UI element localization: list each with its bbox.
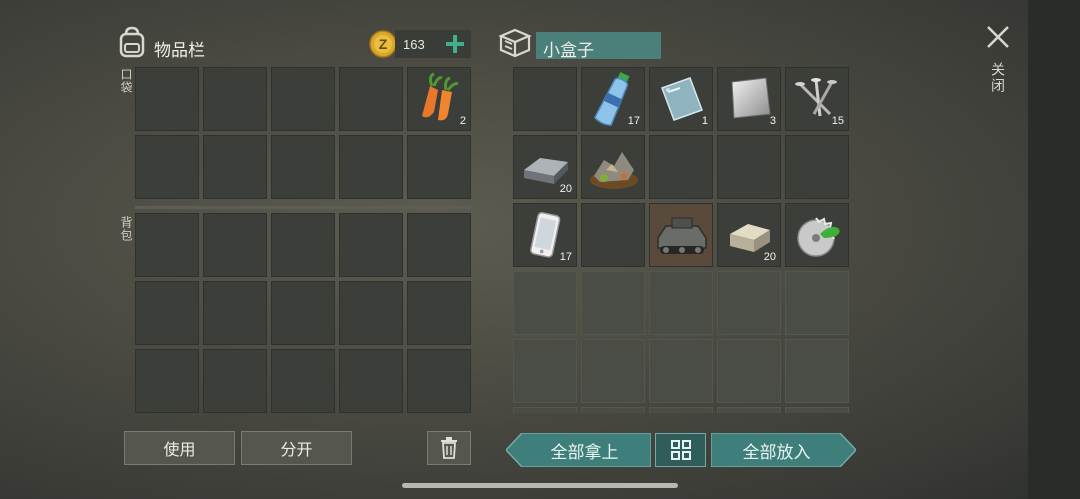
- backpack-label: 背包: [119, 216, 133, 242]
- container-slot[interactable]: [717, 339, 781, 403]
- container-slot[interactable]: [581, 203, 645, 267]
- home-indicator[interactable]: [402, 483, 678, 488]
- container-slot[interactable]: [785, 135, 849, 199]
- backpack-slot[interactable]: [135, 213, 199, 277]
- backpack-slot[interactable]: [203, 349, 267, 413]
- container-slot-vehicle[interactable]: [649, 203, 713, 267]
- container-slot[interactable]: [649, 407, 713, 413]
- use-button[interactable]: 使用: [124, 431, 235, 465]
- put-all-label: 全部放入: [742, 442, 811, 462]
- armored-vehicle-icon: [657, 217, 707, 254]
- backpack-slot[interactable]: [407, 281, 471, 345]
- trash-icon: [441, 437, 457, 459]
- discard-button[interactable]: [427, 431, 471, 465]
- backpack-slot[interactable]: [407, 349, 471, 413]
- backpack-slot[interactable]: [135, 349, 199, 413]
- inventory-title: 物品栏: [154, 41, 205, 60]
- close-label[interactable]: 关闭: [988, 62, 1008, 94]
- container-slot[interactable]: [581, 339, 645, 403]
- nails-quantity: 15: [831, 115, 844, 127]
- section-divider: [135, 206, 471, 209]
- backpack-slot[interactable]: [135, 281, 199, 345]
- pocket-slot[interactable]: [407, 135, 471, 199]
- container-slot-metal-sheet[interactable]: 3: [717, 67, 781, 131]
- container-slot[interactable]: [785, 339, 849, 403]
- take-all-label: 全部拿上: [550, 442, 619, 462]
- pocket-slot[interactable]: [203, 135, 267, 199]
- add-coins-button[interactable]: [444, 31, 466, 57]
- container-slot[interactable]: [649, 339, 713, 403]
- backpack-slot[interactable]: [339, 349, 403, 413]
- container-slot[interactable]: [513, 407, 577, 413]
- carrot-quantity: 2: [459, 115, 466, 127]
- container-slot[interactable]: [513, 67, 577, 131]
- backpack-slot[interactable]: [271, 281, 335, 345]
- pocket-slot[interactable]: [203, 67, 267, 131]
- scrap-pile-icon: [590, 152, 638, 189]
- backpack-slot[interactable]: [203, 281, 267, 345]
- container-slot[interactable]: [649, 135, 713, 199]
- phone-quantity: 17: [559, 251, 572, 263]
- pocket-slot[interactable]: [339, 135, 403, 199]
- container-slot[interactable]: [785, 407, 849, 413]
- container-slot[interactable]: [717, 407, 781, 413]
- glass-quantity: 1: [701, 115, 708, 127]
- backpack-slot[interactable]: [271, 213, 335, 277]
- stone-quantity: 20: [763, 251, 776, 263]
- metal-sheet-quantity: 3: [769, 115, 776, 127]
- right-edge-strip: [1028, 0, 1080, 499]
- backpack-icon: [117, 26, 147, 58]
- ingot-quantity: 20: [559, 183, 572, 195]
- container-slot-scrap[interactable]: [581, 135, 645, 199]
- coin-icon: Z: [369, 30, 397, 58]
- container-slot[interactable]: [513, 271, 577, 335]
- container-slot-glass[interactable]: 1: [649, 67, 713, 131]
- pocket-slot-carrot[interactable]: 2: [407, 67, 471, 131]
- container-slot-phone[interactable]: 17: [513, 203, 577, 267]
- container-slot[interactable]: [649, 271, 713, 335]
- backpack-slot[interactable]: [203, 213, 267, 277]
- backpack-grid: [135, 213, 471, 413]
- bottle-quantity: 17: [627, 115, 640, 127]
- container-slot[interactable]: [581, 407, 645, 413]
- sort-button[interactable]: [655, 433, 706, 467]
- close-icon[interactable]: [985, 24, 1011, 50]
- container-slot-ingot[interactable]: 20: [513, 135, 577, 199]
- container-slot[interactable]: [785, 271, 849, 335]
- split-button[interactable]: 分开: [241, 431, 352, 465]
- pocket-slot[interactable]: [135, 67, 199, 131]
- pocket-label: 口袋: [119, 68, 133, 94]
- backpack-slot[interactable]: [339, 281, 403, 345]
- container-slot-saw[interactable]: [785, 203, 849, 267]
- svg-text:Z: Z: [379, 36, 388, 52]
- container-grid: 17 1 3 15 20 17 20: [513, 67, 849, 413]
- container-slot[interactable]: [717, 135, 781, 199]
- container-title: 小盒子: [543, 41, 594, 60]
- container-slot[interactable]: [513, 339, 577, 403]
- container-slot-stone[interactable]: 20: [717, 203, 781, 267]
- container-slot[interactable]: [717, 271, 781, 335]
- coin-count: 163: [403, 37, 425, 52]
- pocket-slot[interactable]: [135, 135, 199, 199]
- backpack-slot[interactable]: [339, 213, 403, 277]
- container-slot-bottle[interactable]: 17: [581, 67, 645, 131]
- backpack-slot[interactable]: [407, 213, 471, 277]
- grid-sort-icon: [670, 440, 691, 460]
- container-slot[interactable]: [581, 271, 645, 335]
- pocket-slot[interactable]: [271, 67, 335, 131]
- pocket-slot[interactable]: [339, 67, 403, 131]
- saw-blade-icon: [797, 217, 840, 257]
- container-slot-nails[interactable]: 15: [785, 67, 849, 131]
- pocket-grid: 2: [135, 67, 471, 199]
- pocket-slot[interactable]: [271, 135, 335, 199]
- backpack-slot[interactable]: [271, 349, 335, 413]
- box-icon: [497, 26, 533, 60]
